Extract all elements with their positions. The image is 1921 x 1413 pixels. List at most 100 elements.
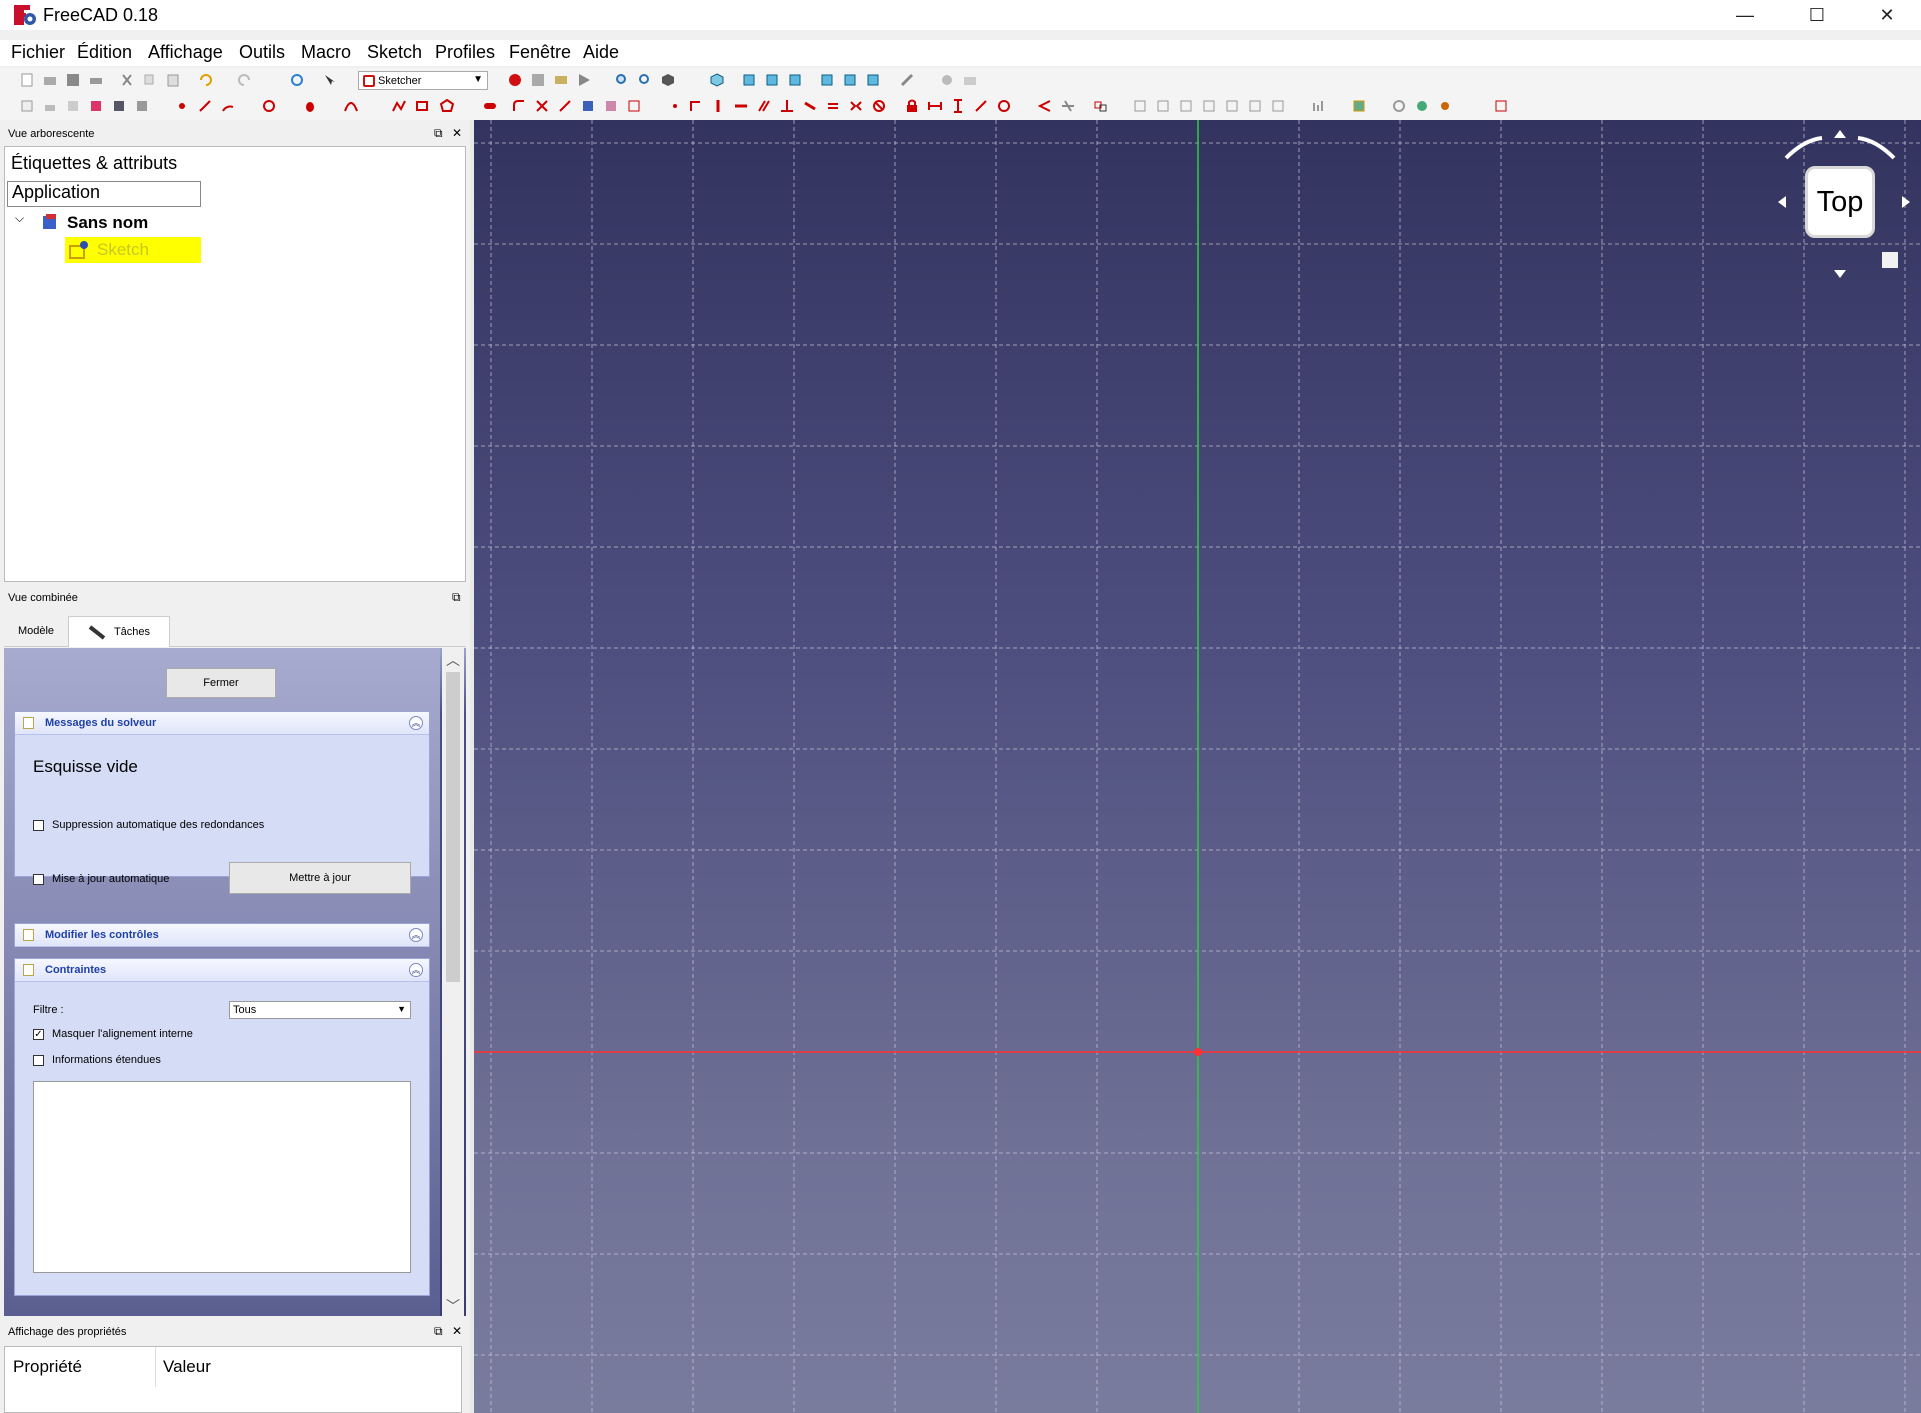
select-horizontal-axis-icon[interactable] [1225, 99, 1239, 113]
copy-icon[interactable] [143, 73, 157, 87]
constrain-radius-icon[interactable] [997, 99, 1011, 113]
bspline-icon[interactable] [344, 99, 358, 113]
bottom-view-icon[interactable] [843, 73, 857, 87]
chevron-down-icon[interactable]: ⌵ [15, 211, 24, 226]
open-icon[interactable] [43, 73, 57, 87]
maximize-button[interactable]: ☐ [1782, 0, 1852, 30]
reorient-sketch-icon[interactable] [112, 99, 126, 113]
rectangle-icon[interactable] [415, 99, 429, 113]
constrain-horizontal-icon[interactable] [734, 99, 748, 113]
virtual-space-icon[interactable] [1494, 99, 1508, 113]
filter-select[interactable]: Tous ▼ [229, 1001, 411, 1019]
point-icon[interactable] [175, 99, 189, 113]
line-icon[interactable] [198, 99, 212, 113]
view-sketch-icon[interactable] [66, 99, 80, 113]
arc-icon[interactable] [221, 99, 235, 113]
constrain-horizontal-distance-icon[interactable] [928, 99, 942, 113]
workbench-selector[interactable]: Sketcher ▼ [358, 71, 488, 90]
symmetry-icon[interactable] [1271, 99, 1285, 113]
constraints-header[interactable]: Contraintes ︽ [15, 959, 429, 982]
run-macro-icon[interactable] [577, 73, 591, 87]
float-icon[interactable]: ⧉ [452, 590, 461, 605]
leave-sketch-icon[interactable] [43, 99, 57, 113]
tree-item-sketch[interactable]: Sketch [65, 237, 201, 263]
external-geometry-icon[interactable] [581, 99, 595, 113]
constrain-point-on-object-icon[interactable] [688, 99, 702, 113]
refresh-icon[interactable] [290, 73, 304, 87]
sketch-origin-point[interactable] [1194, 1048, 1202, 1056]
bspline-comb-icon[interactable] [1415, 99, 1429, 113]
constrain-perpendicular-icon[interactable] [780, 99, 794, 113]
constrain-snell-icon[interactable] [1061, 99, 1075, 113]
slot-icon[interactable] [483, 99, 497, 113]
right-view-icon[interactable] [788, 73, 802, 87]
menu-outils[interactable]: Outils [239, 42, 285, 63]
constrain-block-icon[interactable] [872, 99, 886, 113]
menu-aide[interactable]: Aide [583, 42, 619, 63]
part-icon[interactable] [940, 73, 954, 87]
toggle-driving-icon[interactable] [1094, 99, 1108, 113]
redo-icon[interactable] [238, 73, 252, 87]
bspline-polygon-icon[interactable] [1392, 99, 1406, 113]
constrain-symmetric-icon[interactable] [849, 99, 863, 113]
auto-remove-redundants-checkbox[interactable] [33, 820, 44, 831]
float-icon[interactable]: ⧉ [434, 126, 443, 141]
menu-affichage[interactable]: Affichage [148, 42, 223, 63]
circle-icon[interactable] [262, 99, 276, 113]
tree-header-label[interactable]: Étiquettes & attributs [9, 153, 205, 179]
select-vertical-axis-icon[interactable] [1202, 99, 1216, 113]
draw-style-icon[interactable] [661, 73, 675, 87]
trim-icon[interactable] [535, 99, 549, 113]
menu-fenetre[interactable]: Fenêtre [509, 42, 571, 63]
scrollbar-thumb[interactable] [446, 672, 460, 982]
edit-controls-header[interactable]: Modifier les contrôles ︽ [15, 924, 429, 947]
paste-icon[interactable] [166, 73, 180, 87]
new-sketch-icon[interactable] [20, 99, 34, 113]
constrain-vertical-icon[interactable] [711, 99, 725, 113]
carbon-copy-icon[interactable] [604, 99, 618, 113]
float-icon[interactable]: ⧉ [434, 1324, 443, 1339]
menu-fichier[interactable]: Fichier [11, 42, 65, 63]
close-icon[interactable]: ✕ [452, 1324, 462, 1338]
cut-icon[interactable] [120, 73, 134, 87]
print-icon[interactable] [89, 73, 103, 87]
polygon-icon[interactable] [440, 99, 454, 113]
macros-icon[interactable] [554, 73, 568, 87]
constrain-coincident-icon[interactable] [668, 99, 682, 113]
constrain-lock-icon[interactable] [905, 99, 919, 113]
auto-update-checkbox[interactable] [33, 874, 44, 885]
navcube-face-top[interactable]: Top [1805, 166, 1875, 238]
constraints-list[interactable] [33, 1081, 411, 1273]
tree-document-sans-nom[interactable]: Sans nom [67, 213, 148, 233]
constrain-equal-icon[interactable] [826, 99, 840, 113]
undo-icon[interactable] [198, 73, 212, 87]
3d-view[interactable] [474, 120, 1921, 1413]
navigation-cube[interactable]: Top [1770, 122, 1910, 282]
top-view-icon[interactable] [765, 73, 779, 87]
collapse-icon[interactable]: ︽ [409, 963, 423, 977]
scroll-up-icon[interactable]: ︿ [446, 650, 460, 670]
bspline-degree-icon[interactable] [1352, 99, 1366, 113]
rectangular-array-icon[interactable] [1312, 99, 1326, 113]
collapse-icon[interactable]: ︽ [409, 928, 423, 942]
map-sketch-icon[interactable] [89, 99, 103, 113]
new-document-icon[interactable] [20, 73, 34, 87]
constrain-distance-icon[interactable] [974, 99, 988, 113]
constrain-tangent-icon[interactable] [803, 99, 817, 113]
fillet-icon[interactable] [512, 99, 526, 113]
constrain-parallel-icon[interactable] [757, 99, 771, 113]
task-panel-scrollbar[interactable]: ︿ ﹀ [442, 648, 464, 1316]
close-button[interactable]: ✕ [1852, 0, 1921, 30]
save-icon[interactable] [66, 73, 80, 87]
stop-macro-icon[interactable] [531, 73, 545, 87]
rear-view-icon[interactable] [820, 73, 834, 87]
group-icon[interactable] [963, 73, 977, 87]
menu-edition[interactable]: Édition [77, 42, 132, 63]
left-view-icon[interactable] [866, 73, 880, 87]
update-button[interactable]: Mettre à jour [229, 862, 411, 894]
polyline-icon[interactable] [392, 99, 406, 113]
fit-all-icon[interactable] [615, 73, 629, 87]
select-origin-icon[interactable] [1179, 99, 1193, 113]
collapse-icon[interactable]: ︽ [409, 716, 423, 730]
fit-selection-icon[interactable] [638, 73, 652, 87]
